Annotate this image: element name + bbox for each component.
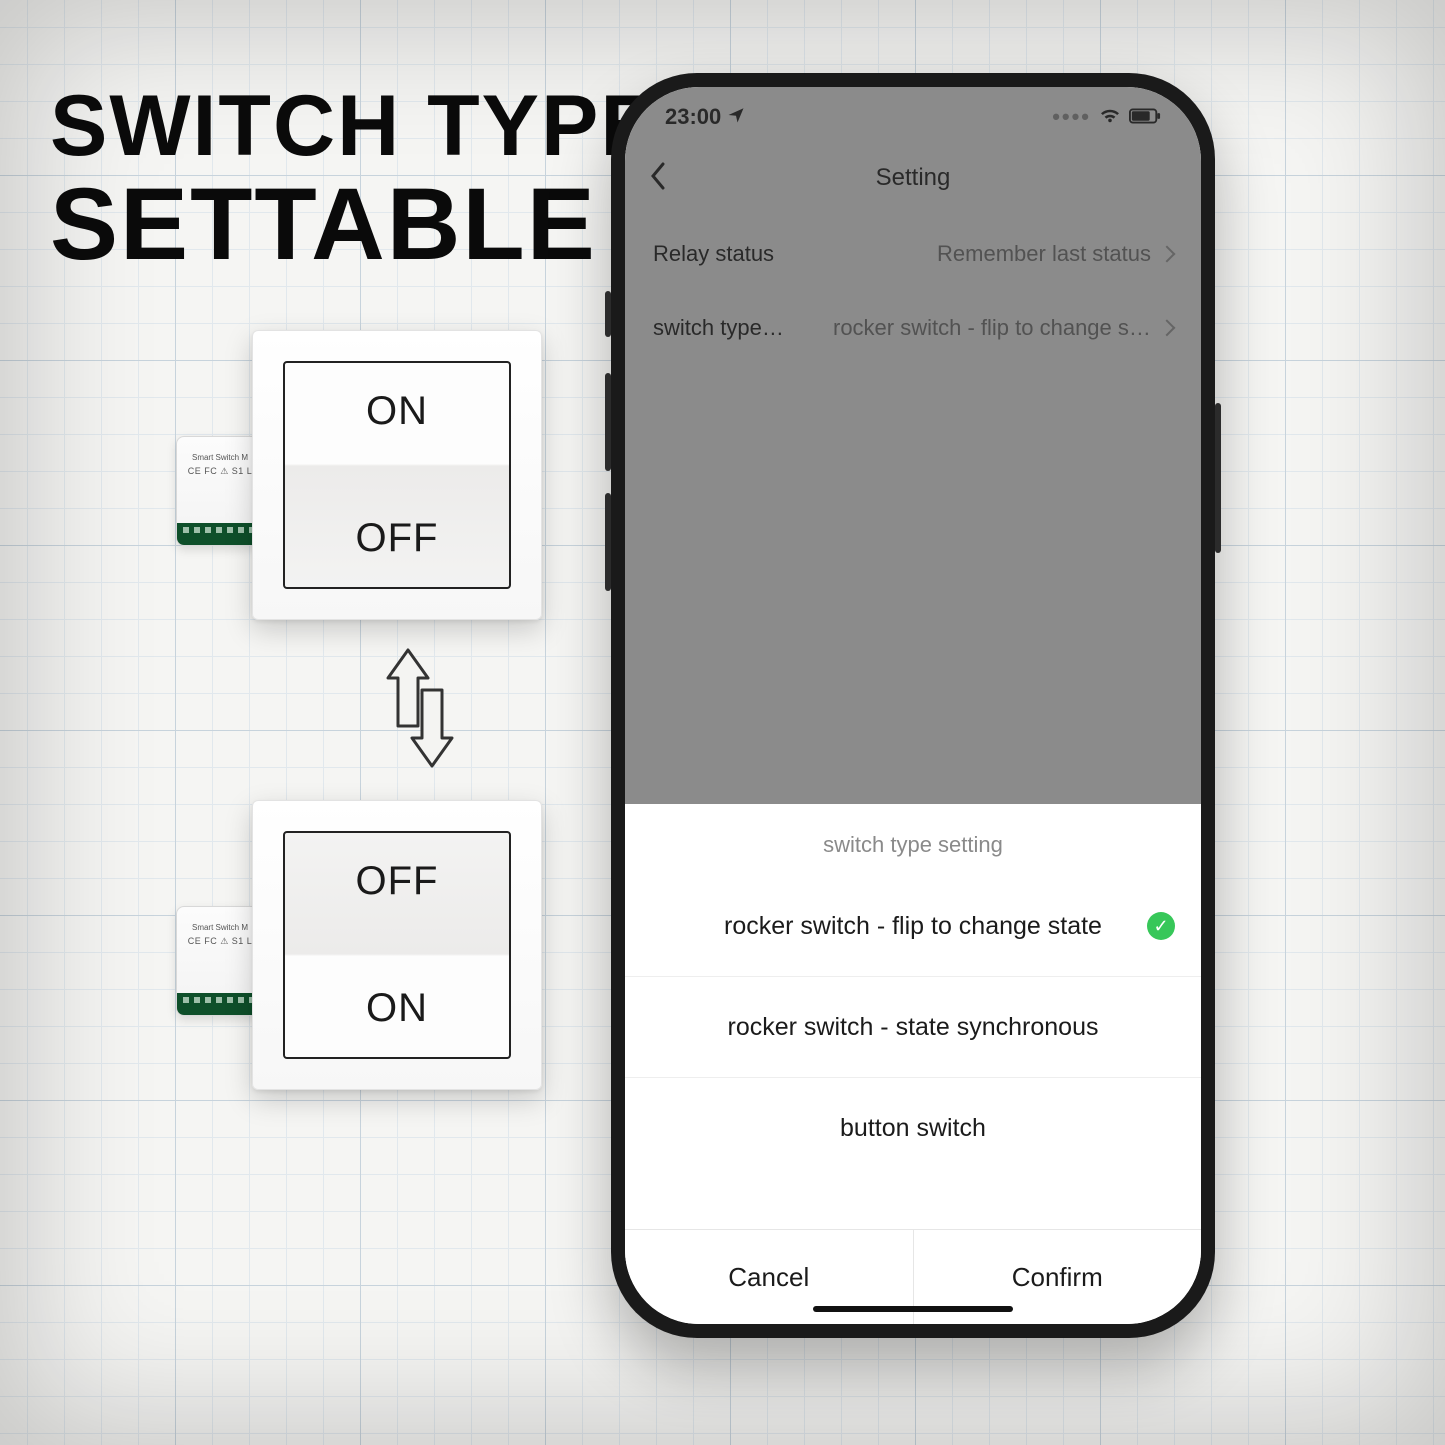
headline: SWITCH TYPE SETTABLE (50, 82, 660, 278)
wall-plate-top: ON OFF (252, 330, 542, 620)
phone-side-button (605, 291, 611, 337)
option-label: rocker switch - flip to change state (724, 912, 1102, 941)
switch-type-sheet: switch type setting rocker switch - flip… (625, 804, 1201, 1324)
option-button-switch[interactable]: button switch (625, 1077, 1201, 1178)
sheet-options: rocker switch - flip to change state ✓ r… (625, 876, 1201, 1229)
rocker-top-lower: OFF (356, 516, 439, 561)
swap-arrows-icon (380, 648, 460, 768)
option-label: rocker switch - state synchronous (728, 1013, 1099, 1042)
smart-module-bottom: Smart Switch M CE FC ⚠ S1 L (176, 906, 264, 1016)
phone-side-button (605, 493, 611, 591)
sheet-title: switch type setting (625, 804, 1201, 876)
phone-screen: 23:00 •••• (625, 87, 1201, 1324)
option-label: button switch (840, 1114, 986, 1143)
module-marks: CE FC ⚠ S1 L (177, 936, 263, 947)
rocker-top-upper: ON (366, 389, 428, 434)
smart-module-top: Smart Switch M CE FC ⚠ S1 L (176, 436, 264, 546)
check-icon: ✓ (1147, 912, 1175, 940)
rocker-bottom-lower: ON (366, 986, 428, 1031)
wall-plate-bottom: OFF ON (252, 800, 542, 1090)
option-rocker-sync[interactable]: rocker switch - state synchronous (625, 976, 1201, 1077)
phone-side-button (605, 373, 611, 471)
module-pins (177, 523, 263, 545)
headline-line-2: SETTABLE (50, 171, 660, 277)
module-pins (177, 993, 263, 1015)
option-rocker-flip[interactable]: rocker switch - flip to change state ✓ (625, 876, 1201, 976)
modal-backdrop[interactable] (625, 87, 1201, 804)
module-title: Smart Switch M (177, 453, 263, 462)
module-title: Smart Switch M (177, 923, 263, 932)
home-indicator[interactable] (813, 1306, 1013, 1312)
phone-side-button (1215, 403, 1221, 553)
rocker-bottom-upper: OFF (356, 859, 439, 904)
headline-line-1: SWITCH TYPE (50, 82, 660, 171)
rocker-bottom: OFF ON (283, 831, 511, 1059)
rocker-top: ON OFF (283, 361, 511, 589)
phone-frame: 23:00 •••• (611, 73, 1215, 1338)
module-marks: CE FC ⚠ S1 L (177, 466, 263, 477)
